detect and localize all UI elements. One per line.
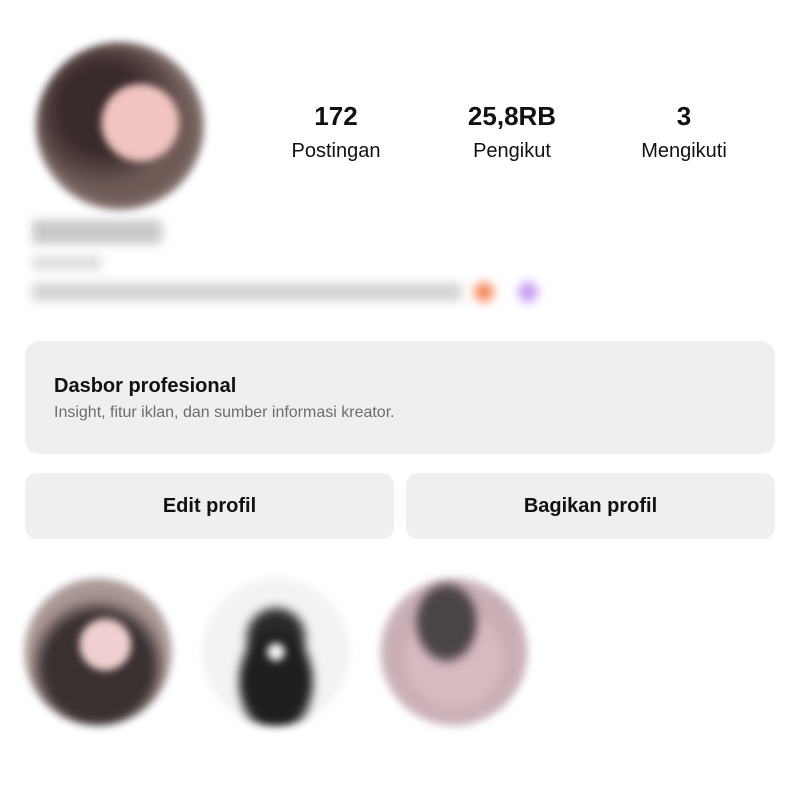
- story-highlight-1[interactable]: [24, 578, 172, 726]
- bio-text-blurred: [32, 283, 462, 301]
- profile-name-blurred: [32, 220, 162, 244]
- dashboard-title: Dasbor profesional: [54, 375, 237, 397]
- share-profile-button[interactable]: Bagikan profil: [406, 473, 775, 539]
- orange-emoji-icon: [474, 282, 494, 302]
- profile-avatar[interactable]: [36, 42, 204, 210]
- edit-profile-button[interactable]: Edit profil: [25, 473, 394, 539]
- bio-text-row: [32, 282, 538, 302]
- profile-stats: 172 Postingan 25,8RB Pengikut 3 Mengikut…: [250, 98, 770, 168]
- stat-following[interactable]: 3 Mengikuti: [598, 98, 770, 168]
- profile-page: 172 Postingan 25,8RB Pengikut 3 Mengikut…: [0, 0, 800, 800]
- followers-count: 25,8RB: [467, 101, 557, 131]
- story-highlight-2[interactable]: [202, 578, 350, 726]
- professional-dashboard-card[interactable]: Dasbor profesional Insight, fitur iklan,…: [25, 341, 775, 454]
- stat-posts[interactable]: 172 Postingan: [250, 98, 422, 168]
- story-highlight-3[interactable]: [380, 578, 528, 726]
- followers-label: Pengikut: [473, 140, 551, 162]
- stat-followers[interactable]: 25,8RB Pengikut: [426, 98, 598, 168]
- purple-emoji-icon: [518, 282, 538, 302]
- dashboard-subtitle: Insight, fitur iklan, dan sumber informa…: [54, 404, 395, 421]
- following-count: 3: [676, 101, 692, 131]
- posts-count: 172: [314, 101, 358, 131]
- profile-bio-blurred: [32, 220, 538, 302]
- following-label: Mengikuti: [641, 140, 727, 162]
- posts-label: Postingan: [291, 140, 381, 162]
- profile-category-blurred: [32, 256, 102, 270]
